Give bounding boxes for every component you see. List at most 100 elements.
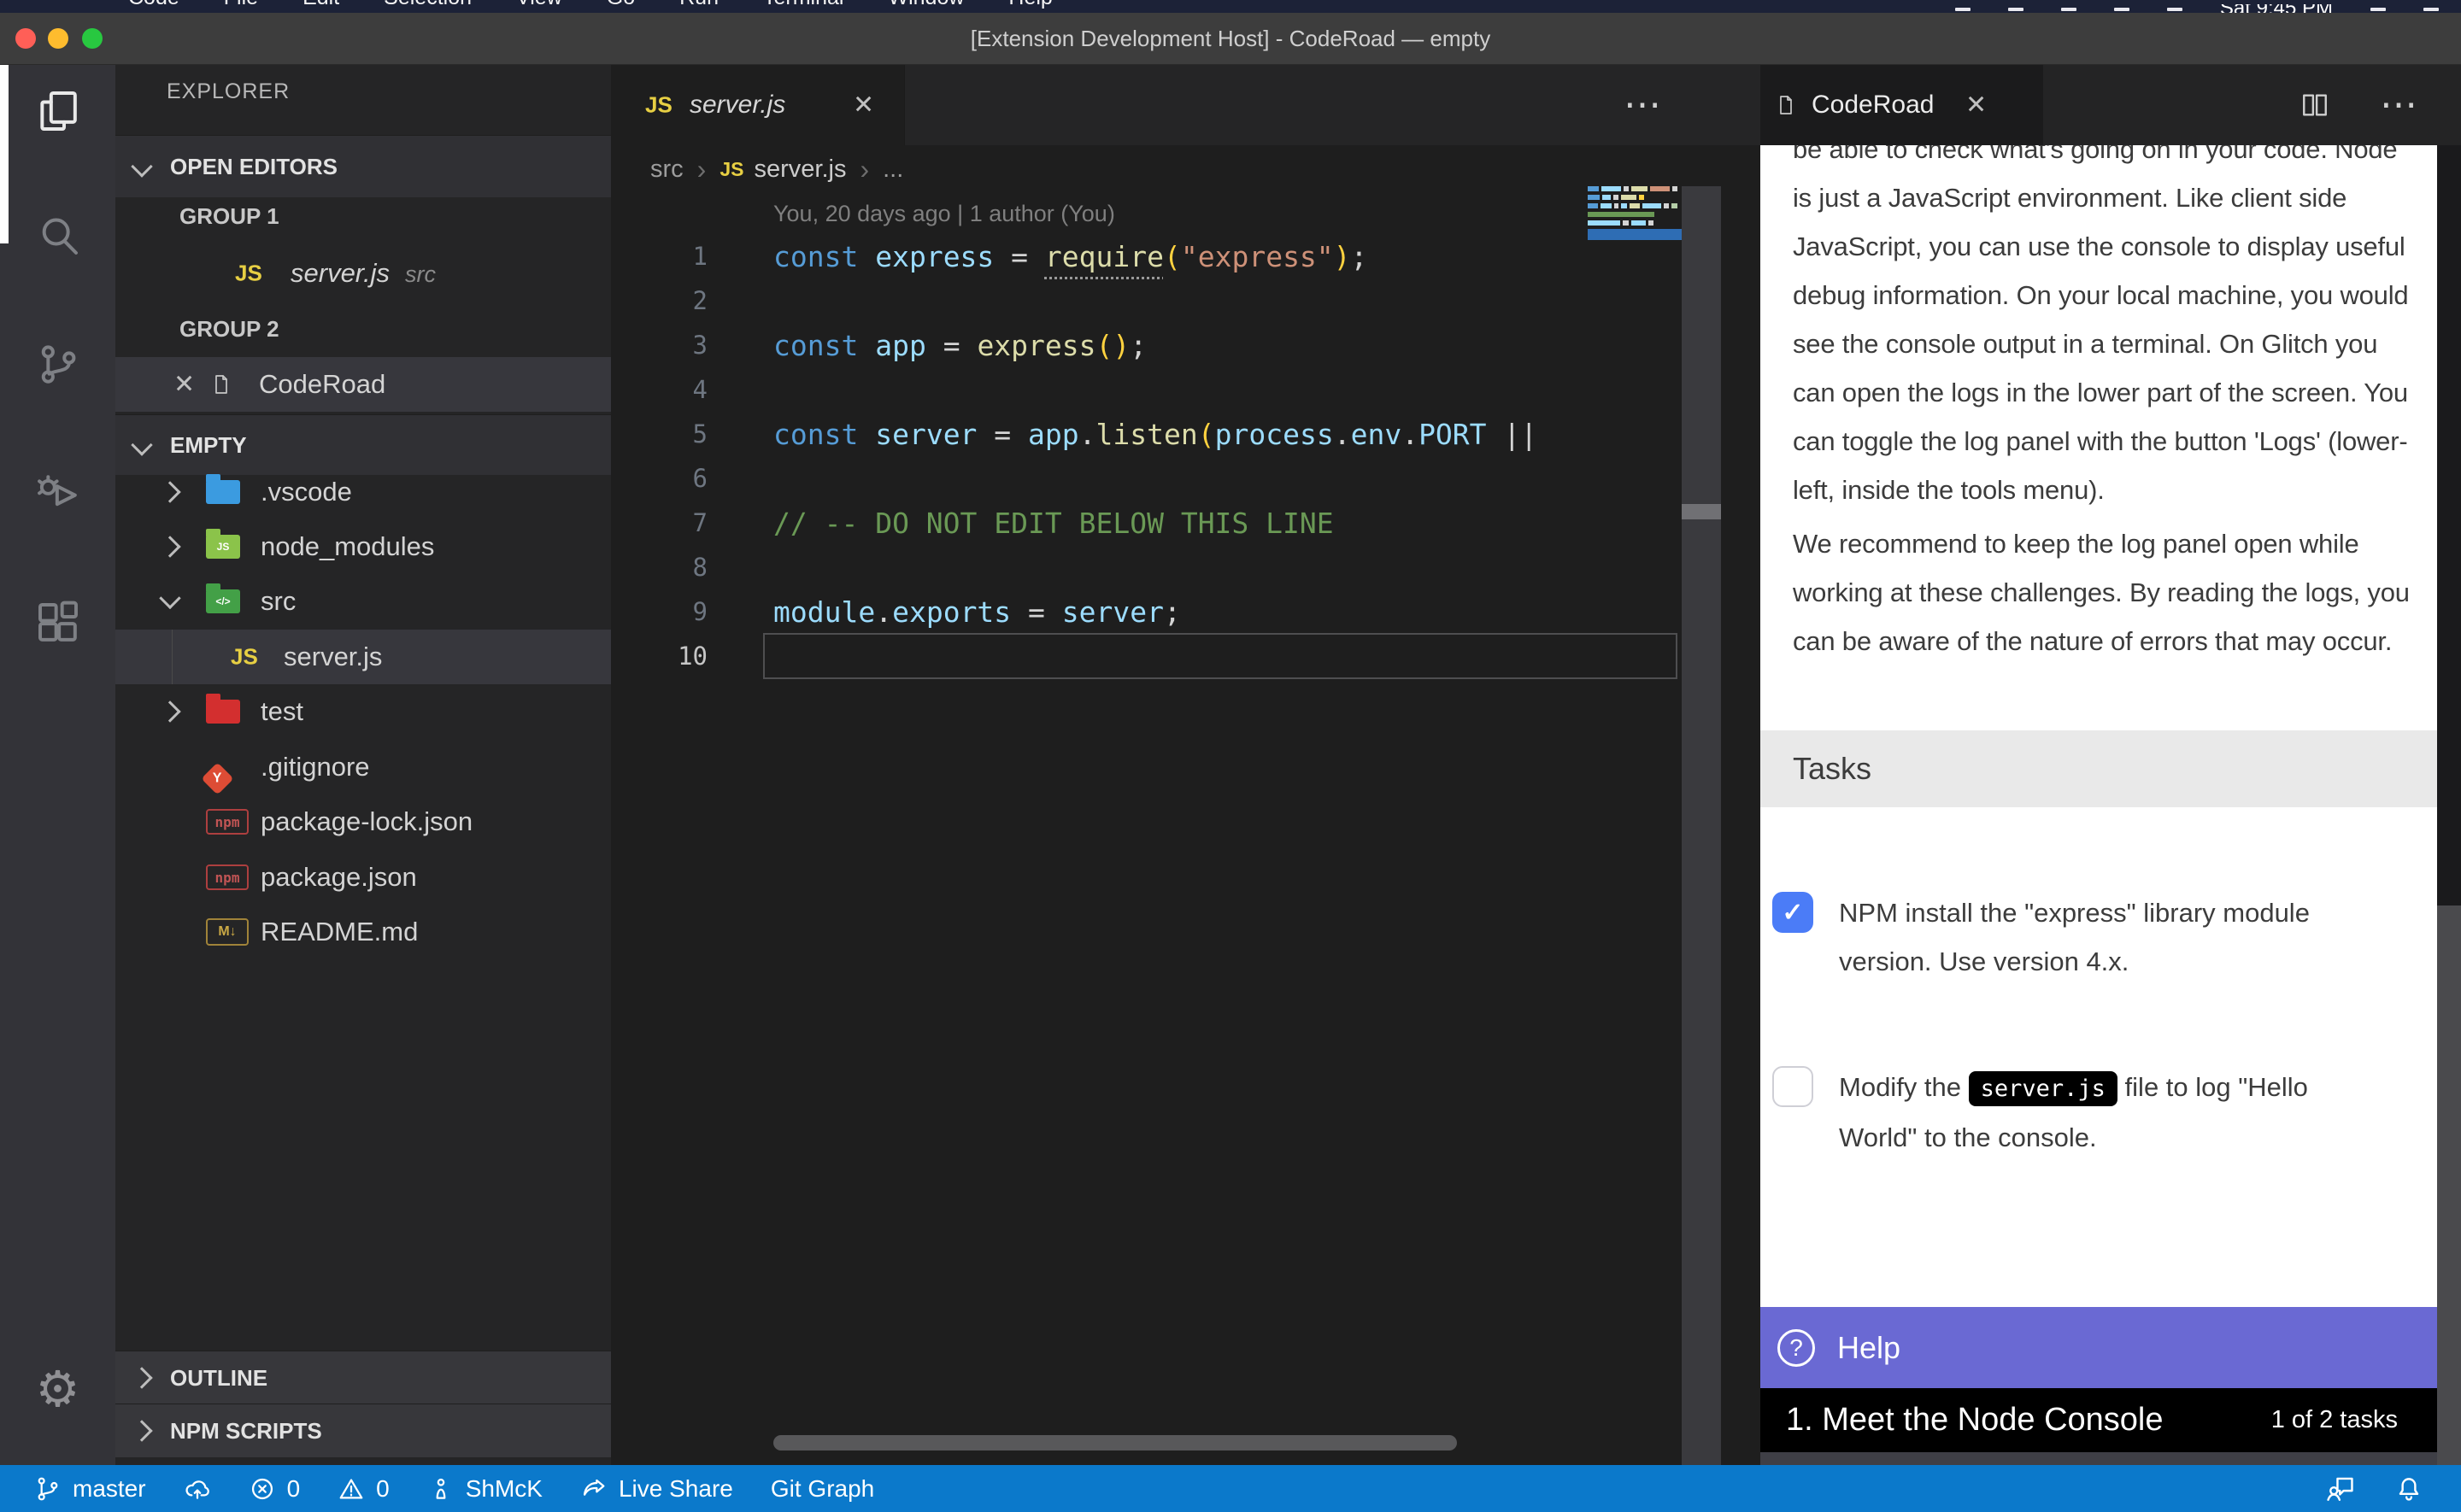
menu-items[interactable]: Code File Edit Selection View Go Run Terminal Wi… <box>128 0 1053 10</box>
status-label: Live Share <box>619 1475 733 1503</box>
task-checkbox-unchecked[interactable] <box>1772 1066 1813 1107</box>
menu-extra-icon <box>2423 8 2439 11</box>
outline-section-header[interactable]: OUTLINE <box>115 1351 611 1404</box>
activity-extensions[interactable] <box>0 578 115 667</box>
menu-item-terminal[interactable]: Terminal <box>763 0 843 10</box>
status-bell[interactable] <box>2394 1474 2423 1503</box>
node-folder-icon: JS <box>206 535 240 559</box>
status-master[interactable]: master <box>34 1475 146 1503</box>
tree-item-.vscode[interactable]: .vscode <box>115 465 611 519</box>
panel-more-actions-icon[interactable]: ⋯ <box>2380 64 2421 145</box>
tree-item-label: src <box>261 586 296 617</box>
task-checkbox-checked[interactable]: ✓ <box>1772 892 1813 933</box>
activity-settings-gear[interactable]: ⚙ <box>0 1345 115 1434</box>
status-shmck[interactable]: ShMcK <box>427 1475 543 1503</box>
breadcrumb-symbol[interactable]: ... <box>883 155 903 184</box>
tree-item-node_modules[interactable]: JSnode_modules <box>115 519 611 574</box>
menu-item-run[interactable]: Run <box>679 0 719 10</box>
status-feedback[interactable] <box>2326 1474 2355 1503</box>
close-tab-icon[interactable]: ✕ <box>853 90 874 120</box>
menu-item-help[interactable]: Help <box>1008 0 1052 10</box>
tree-item-package.json[interactable]: npmpackage.json <box>115 850 611 905</box>
vscode-folder-icon <box>206 480 240 504</box>
lesson-text: be able to check what's going on in your… <box>1760 145 2422 665</box>
activity-run-debug[interactable] <box>0 447 115 536</box>
activity-source-control[interactable] <box>0 319 115 408</box>
code-area[interactable]: 1const express = require("express");2 3c… <box>611 234 1760 678</box>
code-text <box>708 551 790 584</box>
menu-item-file[interactable]: File <box>224 0 258 10</box>
tree-item-README.md[interactable]: M↓README.md <box>115 905 611 959</box>
open-editors-group-label: GROUP 2 <box>179 302 279 356</box>
tab-server-js[interactable]: JS server.js ✕ <box>611 64 905 145</box>
help-label: Help <box>1837 1330 1900 1366</box>
menu-item-selection[interactable]: Selection <box>384 0 472 10</box>
open-editors-label: OPEN EDITORS <box>170 154 338 180</box>
open-editor-label: CodeRoad <box>259 369 385 400</box>
cloud-upload-icon <box>184 1475 211 1503</box>
window-title-bar: [Extension Development Host] - CodeRoad … <box>0 13 2461 65</box>
live-share-icon <box>580 1475 608 1503</box>
js-file-icon: JS <box>645 91 673 118</box>
editor-horizontal-scrollbar[interactable] <box>773 1435 1457 1450</box>
panel-scrollbar-thumb[interactable] <box>2437 145 2461 905</box>
panel-scrollbar[interactable] <box>2437 145 2461 1465</box>
editor-scrollbar-thumb[interactable] <box>1682 504 1721 519</box>
menu-item-window[interactable]: Window <box>888 0 964 10</box>
tree-item-package-lock.json[interactable]: npmpackage-lock.json <box>115 794 611 849</box>
tree-item-test[interactable]: test <box>115 684 611 739</box>
tree-item-label: README.md <box>261 917 418 947</box>
js-file-icon: JS <box>720 158 743 181</box>
editor-more-actions-icon[interactable]: ⋯ <box>1624 64 1665 145</box>
line-number: 9 <box>611 597 708 626</box>
open-editor-server.js[interactable]: JSserver.jssrc <box>115 246 611 301</box>
activity-search[interactable] <box>0 190 115 279</box>
tab-coderoad[interactable]: CodeRoad ✕ <box>1760 64 2043 145</box>
editor-vertical-scrollbar[interactable] <box>1682 186 1721 1465</box>
code-line-2: 2 <box>611 278 1760 323</box>
menu-item-code[interactable]: Code <box>128 0 179 10</box>
breadcrumb-folder[interactable]: src <box>650 155 684 184</box>
chevron-right-icon <box>159 536 180 557</box>
tree-item-server.js[interactable]: JSserver.js <box>115 630 611 684</box>
close-editor-icon[interactable]: ✕ <box>173 370 195 400</box>
gitlens-blame-annotation: You, 20 days ago | 1 author (You) <box>773 192 1115 235</box>
npm-scripts-section-header[interactable]: NPM SCRIPTS <box>115 1404 611 1457</box>
menu-item-go[interactable]: Go <box>607 0 635 10</box>
status-label: master <box>73 1475 146 1503</box>
breadcrumb-separator: › <box>697 154 707 185</box>
status-cloud-upload[interactable] <box>184 1475 211 1503</box>
code-text: // -- DO NOT EDIT BELOW THIS LINE <box>708 507 1334 540</box>
open-editors-group-label: GROUP 1 <box>179 189 279 243</box>
menu-status-icons[interactable]: Sat 9:45 PM <box>1955 0 2439 13</box>
open-editor-CodeRoad[interactable]: ✕ CodeRoad <box>115 357 611 412</box>
error-icon <box>249 1475 276 1503</box>
line-number: 4 <box>611 375 708 404</box>
code-line-3: 3const app = express(); <box>611 323 1760 367</box>
code-text: const app = express(); <box>708 329 1147 362</box>
split-editor-icon[interactable] <box>2299 64 2331 145</box>
menu-item-view[interactable]: View <box>516 0 562 10</box>
explorer-icon <box>34 87 82 135</box>
window-title: [Extension Development Host] - CodeRoad … <box>0 13 2461 64</box>
menu-item-edit[interactable]: Edit <box>302 0 339 10</box>
tree-item-.gitignore[interactable]: Y.gitignore <box>115 740 611 794</box>
breadcrumb-file[interactable]: server.js <box>754 155 846 184</box>
help-bar[interactable]: ? Help <box>1760 1307 2437 1388</box>
status-live-share[interactable]: Live Share <box>580 1475 733 1503</box>
activity-explorer[interactable] <box>0 67 115 155</box>
tree-item-label: .vscode <box>261 477 352 507</box>
panel-tab-strip: CodeRoad ✕ ⋯ <box>1760 64 2461 145</box>
status-0[interactable]: 0 <box>249 1475 301 1503</box>
status-git-graph[interactable]: Git Graph <box>771 1475 874 1503</box>
code-text: const express = require("express"); <box>708 240 1367 273</box>
help-icon: ? <box>1777 1329 1815 1367</box>
minimap[interactable] <box>1588 186 1677 240</box>
status-label: 0 <box>376 1475 390 1503</box>
tree-item-label: .gitignore <box>261 752 370 782</box>
status-0[interactable]: 0 <box>338 1475 390 1503</box>
chevron-down-icon <box>131 434 152 455</box>
code-line-6: 6 <box>611 456 1760 501</box>
tree-item-src[interactable]: </>src <box>115 574 611 629</box>
close-tab-icon[interactable]: ✕ <box>1965 90 1987 120</box>
